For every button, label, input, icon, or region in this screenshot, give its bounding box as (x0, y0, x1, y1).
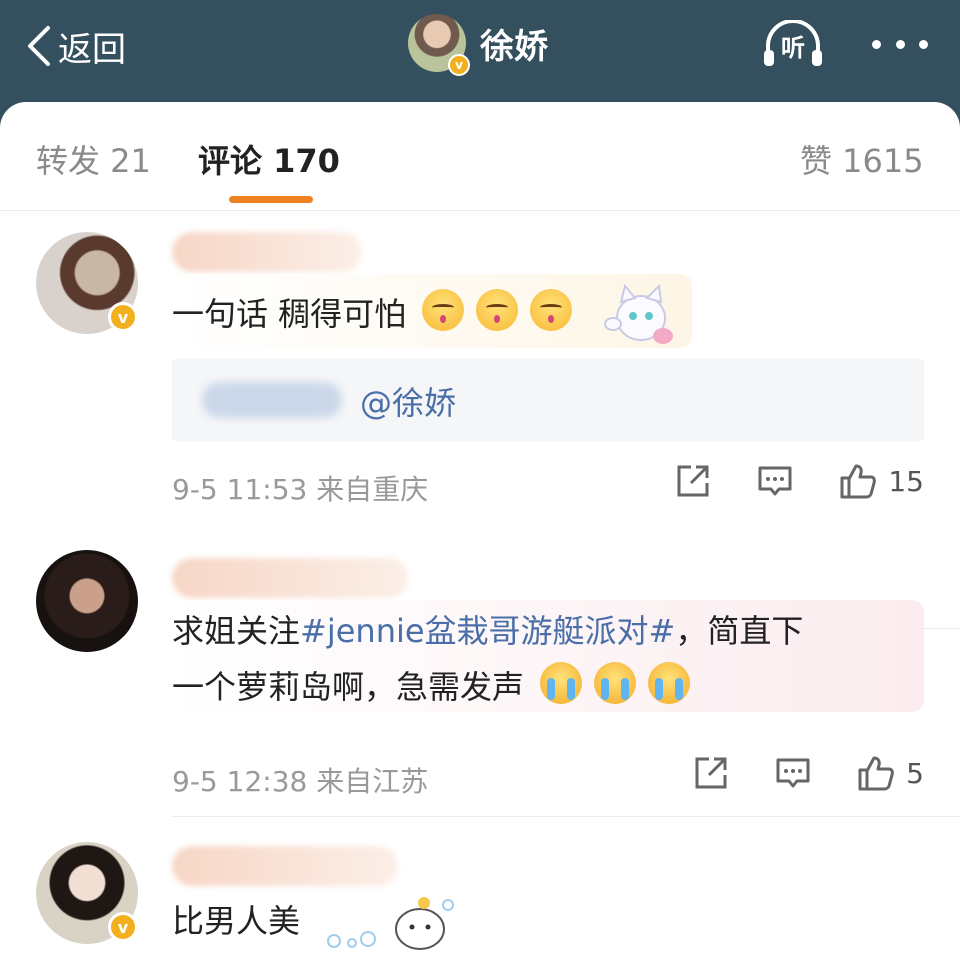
mention-link[interactable]: @徐娇 (360, 378, 456, 424)
divider (172, 816, 960, 817)
reply-button[interactable] (756, 462, 794, 500)
share-button[interactable] (692, 754, 730, 792)
comment-body: ，简直下 (675, 612, 804, 650)
comment-text: 一句话 稠得可怕 (172, 284, 673, 348)
avatar[interactable]: v (408, 14, 470, 76)
tab-likes[interactable]: 赞 1615 (800, 136, 924, 182)
share-icon (677, 465, 709, 497)
kiss-face-emoji-icon (530, 289, 573, 331)
comment-icon (776, 758, 810, 788)
verified-badge-icon: v (108, 302, 138, 332)
thumbs-up-icon (858, 756, 895, 791)
dot-icon (872, 39, 881, 49)
comment-actions: 5 (648, 754, 924, 792)
verified-badge-icon: v (448, 54, 470, 76)
comment-body: 一个萝莉岛啊，急需发声 (172, 668, 525, 706)
verified-badge-icon: v (108, 912, 138, 942)
dot-icon (919, 39, 928, 49)
comment-item: v 比男人美 (0, 830, 960, 976)
like-count: 5 (906, 756, 924, 790)
quoted-username-blurred (202, 382, 342, 418)
kiss-face-emoji-icon (476, 289, 519, 331)
comments-panel: 转发 21 评论 170 赞 1615 v 一句话 稠得可怕 @徐娇 9-5 1… (0, 102, 960, 976)
thumbs-up-icon (840, 464, 877, 499)
comment-body: 一句话 稠得可怕 (172, 295, 407, 333)
tab-bar: 转发 21 评论 170 赞 1615 (0, 102, 960, 211)
share-button[interactable] (674, 462, 712, 500)
back-button[interactable]: 返回 (26, 20, 126, 72)
comment-icon (758, 466, 792, 496)
avatar[interactable]: v (36, 842, 138, 944)
comment-text-line1: 求姐关注#jennie盆栽哥游艇派对#，简直下 (172, 602, 803, 660)
crying-face-emoji-icon (594, 662, 637, 704)
comment-meta: 9-5 12:38 来自江苏 (172, 765, 429, 798)
reply-button[interactable] (774, 754, 812, 792)
comment-body: 比男人美 (172, 902, 301, 940)
dot-icon (895, 39, 905, 49)
share-icon (695, 757, 727, 789)
username-blurred[interactable] (172, 558, 408, 598)
active-tab-indicator (229, 196, 313, 203)
like-count: 15 (888, 464, 924, 498)
tab-reposts[interactable]: 转发 21 (36, 136, 151, 182)
listen-button[interactable]: 听 (762, 20, 824, 68)
listen-label: 听 (781, 34, 805, 62)
comment-text: 比男人美 (172, 892, 464, 953)
username-blurred[interactable] (172, 846, 398, 886)
chevron-left-icon (28, 26, 50, 66)
tab-comments[interactable]: 评论 170 (198, 136, 340, 182)
avatar[interactable] (36, 550, 138, 652)
comment-meta: 9-5 11:53 来自重庆 (172, 473, 429, 506)
like-button[interactable]: 15 (838, 462, 924, 500)
page-title: 徐娇 (480, 26, 548, 67)
comment-actions: 15 (630, 462, 924, 500)
comment-text-line2: 一个萝莉岛啊，急需发声 (172, 658, 696, 716)
profile-title[interactable]: v 徐娇 (408, 14, 548, 76)
top-nav-bar: 返回 v 徐娇 听 (0, 0, 960, 104)
like-button[interactable]: 5 (856, 754, 924, 792)
comment-body: 求姐关注 (172, 612, 301, 650)
bubble-character-sticker-icon (327, 897, 455, 950)
crying-face-emoji-icon (648, 662, 691, 704)
back-label: 返回 (58, 29, 126, 70)
cat-sticker-icon (603, 284, 673, 344)
username-blurred[interactable] (172, 232, 362, 272)
quoted-reply[interactable]: @徐娇 (172, 358, 924, 442)
kiss-face-emoji-icon (422, 289, 465, 331)
avatar[interactable]: v (36, 232, 138, 334)
topic-link[interactable]: #jennie盆栽哥游艇派对# (300, 612, 675, 650)
more-options-button[interactable] (872, 20, 928, 68)
comment-item: 求姐关注#jennie盆栽哥游艇派对#，简直下 一个萝莉岛啊，急需发声 9-5 … (0, 530, 960, 830)
crying-face-emoji-icon (540, 662, 583, 704)
